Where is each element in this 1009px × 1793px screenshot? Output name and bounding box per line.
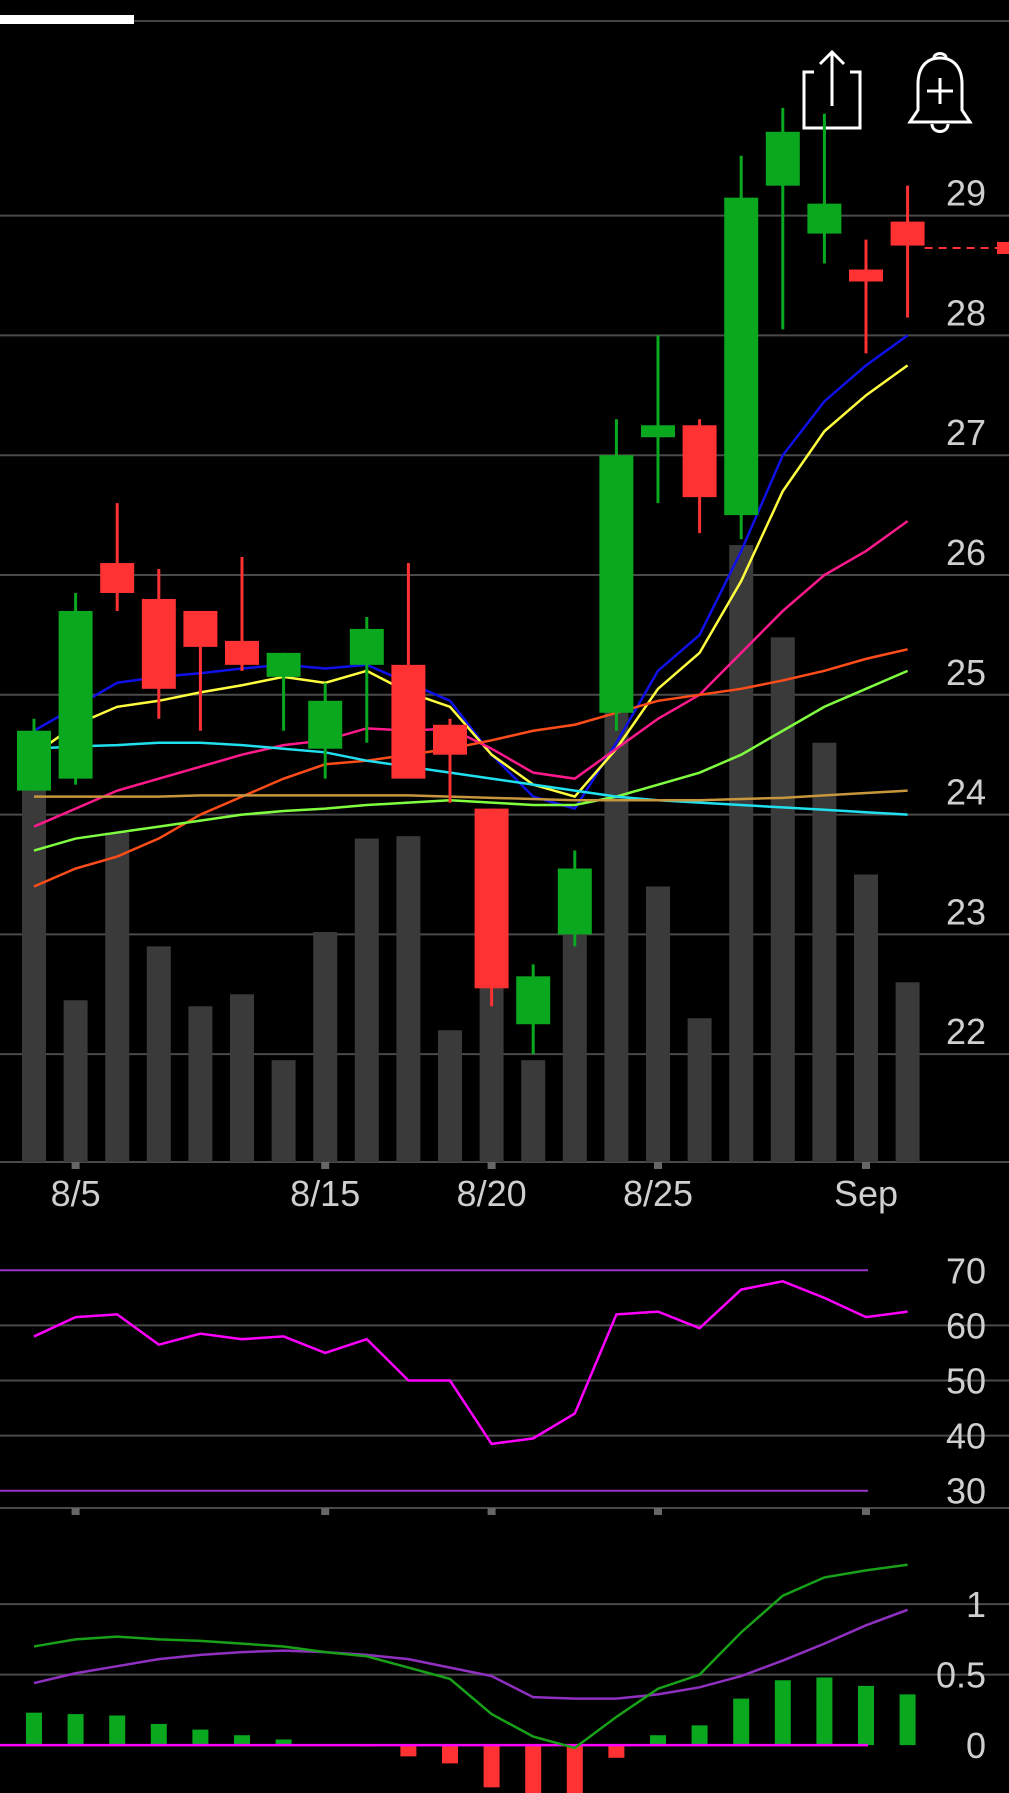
macd-histogram-bar [192, 1729, 209, 1746]
candle-up [266, 652, 301, 677]
volume-bar [438, 1030, 462, 1162]
volume-bar [895, 982, 920, 1162]
macd-axis-label: 0.5 [936, 1655, 986, 1696]
price-axis-label: 27 [946, 412, 986, 453]
volume-bar [396, 836, 421, 1162]
macd-histogram-bar [774, 1680, 791, 1746]
rsi-tick-mark [321, 1508, 330, 1515]
macd-histogram-bar [234, 1735, 250, 1746]
date-axis-label: 8/15 [290, 1173, 360, 1214]
macd-histogram-bar [26, 1712, 42, 1746]
candle-down [225, 640, 259, 665]
candle-up [599, 455, 634, 713]
price-axis-label: 24 [946, 772, 986, 813]
volume-bar [313, 931, 338, 1162]
candle-down [474, 808, 509, 989]
candle-up [349, 628, 384, 665]
macd-histogram-bar [608, 1745, 625, 1758]
macd-histogram-bar [400, 1745, 417, 1757]
macd-axis-label: 1 [966, 1584, 986, 1625]
macd-histogram-bar [525, 1745, 542, 1793]
price-axis-label: 28 [946, 292, 986, 333]
x-tick-mark [654, 1162, 662, 1169]
macd-histogram-bar [566, 1745, 583, 1793]
rsi-tick-mark [71, 1508, 80, 1515]
volume-bar [63, 1000, 88, 1162]
candle-down [433, 724, 467, 755]
x-tick-mark [71, 1162, 80, 1169]
volume-bar [604, 694, 629, 1162]
candle-up [641, 425, 675, 438]
rsi-axis-label: 50 [946, 1361, 986, 1402]
candle-up [58, 610, 93, 779]
volume-bar [812, 742, 837, 1162]
x-tick-mark [487, 1162, 496, 1169]
macd-axis-label: 0 [966, 1725, 986, 1766]
rsi-axis-label: 40 [946, 1416, 986, 1457]
last-price-marker [997, 241, 1009, 254]
macd-histogram-bar [650, 1735, 666, 1746]
candle-down [183, 610, 218, 647]
price-axis-label: 22 [946, 1011, 986, 1052]
x-tick-mark [321, 1162, 330, 1169]
rsi-axis-label: 70 [946, 1250, 986, 1291]
macd-histogram-bar [733, 1698, 750, 1746]
macd-histogram-bar [442, 1745, 458, 1764]
volume-bar [770, 637, 795, 1162]
date-axis-label: 8/5 [51, 1173, 101, 1214]
volume-bar [146, 946, 171, 1162]
volume-bar [271, 1060, 296, 1162]
rsi-line [33, 1280, 908, 1446]
candle-down [391, 664, 426, 779]
x-tick-mark [862, 1162, 870, 1169]
candle-down [682, 425, 717, 498]
candle-up [724, 197, 759, 516]
candle-down [100, 563, 135, 593]
macd-histogram-bar [150, 1723, 167, 1746]
volume-bar [22, 784, 46, 1162]
rsi-tick-mark [862, 1508, 870, 1515]
price-axis-label: 23 [946, 891, 986, 932]
macd-histogram-bar [691, 1725, 708, 1746]
rsi-tick-mark [487, 1508, 496, 1515]
volume-bar [354, 838, 379, 1162]
candle-down [849, 269, 883, 282]
candle-down [890, 221, 925, 246]
macd-histogram-bar [858, 1685, 874, 1746]
stock-chart[interactable]: 22 23 24 25 26 27 28 29 8/5 8/15 8/20 8/25 Sep 30 40 5… [0, 0, 1009, 1793]
macd-histogram-bar [483, 1745, 500, 1788]
candle-up [17, 730, 51, 791]
rsi-tick-mark [654, 1508, 662, 1515]
macd-histogram-bar [67, 1714, 84, 1746]
price-axis-label: 29 [946, 173, 986, 214]
macd-histogram-bar [816, 1677, 833, 1746]
volume-bar [729, 545, 754, 1162]
date-axis-label: 8/20 [457, 1173, 527, 1214]
volume-bar [687, 1018, 712, 1162]
macd-histogram-bar [899, 1694, 916, 1746]
volume-bar [230, 994, 254, 1162]
volume-bar [646, 886, 670, 1162]
price-axis-label: 26 [946, 532, 986, 573]
macd-histogram-bar [109, 1715, 126, 1746]
rsi-axis-label: 60 [946, 1305, 986, 1346]
candle-up [765, 131, 800, 186]
volume-bar [188, 1006, 213, 1162]
candle-up [308, 700, 343, 749]
candle-up [557, 868, 592, 935]
date-axis-label: 8/25 [623, 1173, 693, 1214]
rsi-axis-label: 30 [946, 1471, 986, 1512]
volume-bar [521, 1060, 546, 1162]
date-axis-label: Sep [834, 1173, 898, 1214]
volume-bar [562, 934, 587, 1162]
price-axis-label: 25 [946, 652, 986, 693]
candle-up [807, 203, 842, 234]
candle-down [141, 598, 176, 689]
volume-bar [854, 874, 878, 1162]
volume-bar [105, 832, 130, 1162]
candle-up [516, 976, 551, 1025]
